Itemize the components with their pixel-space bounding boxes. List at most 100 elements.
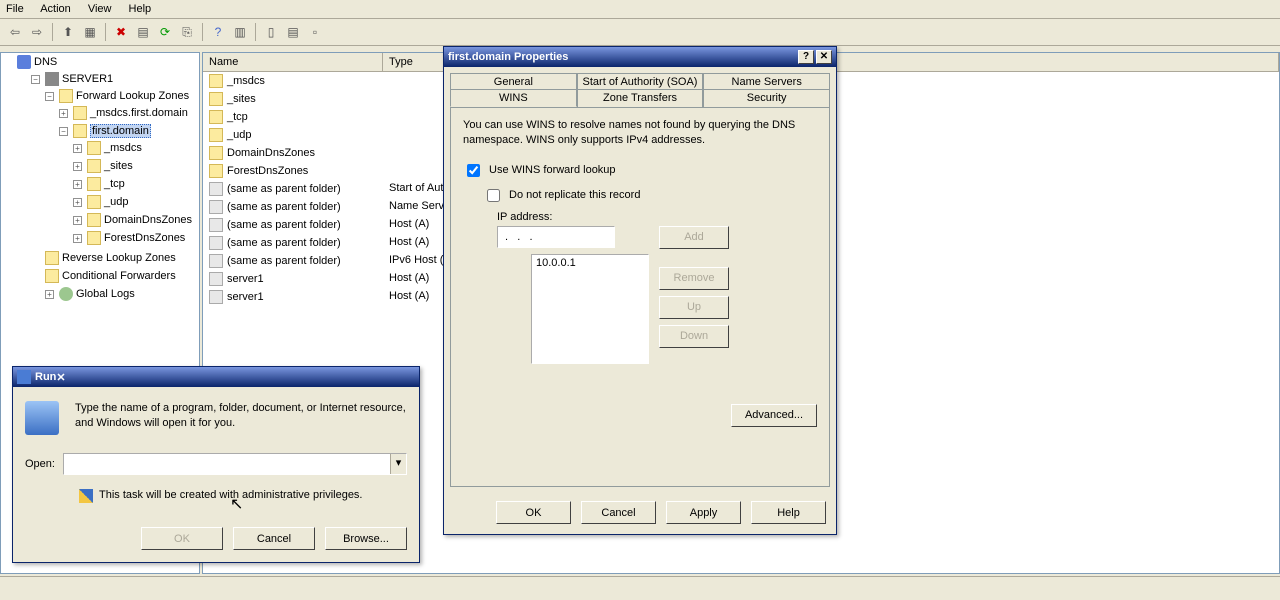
tree-root: DNS <box>34 56 57 68</box>
expand-icon[interactable]: + <box>73 144 82 153</box>
properties-icon[interactable]: ▤ <box>134 23 152 41</box>
apply-button[interactable]: Apply <box>666 501 741 524</box>
run-hint: Type the name of a program, folder, docu… <box>75 401 407 435</box>
dialog-title: first.domain Properties <box>448 51 796 63</box>
list-icon[interactable]: ▯ <box>262 23 280 41</box>
expand-icon[interactable]: + <box>59 109 68 118</box>
menu-file[interactable]: File <box>6 3 24 15</box>
wins-servers-listbox[interactable]: 10.0.0.1 <box>531 254 649 364</box>
detail-icon[interactable]: ▤ <box>284 23 302 41</box>
expand-icon[interactable]: + <box>73 198 82 207</box>
folder-icon <box>209 92 223 106</box>
admin-note: This task will be created with administr… <box>99 489 363 503</box>
cancel-button[interactable]: Cancel <box>581 501 656 524</box>
tab-soa[interactable]: Start of Authority (SOA) <box>577 73 704 90</box>
record-icon <box>209 272 223 286</box>
tree-zone-selected[interactable]: first.domain <box>90 124 151 138</box>
toolbar: ⇦ ⇨ ⬆ ▦ ✖ ▤ ⟳ ⎘ ? ▥ ▯ ▤ ▫ <box>0 19 1280 46</box>
tree-subfolder[interactable]: _sites <box>104 160 133 172</box>
folder-icon <box>73 106 87 120</box>
collapse-icon[interactable]: − <box>59 127 68 136</box>
folder-icon <box>87 177 101 191</box>
tree-subfolder[interactable]: _udp <box>104 196 128 208</box>
expand-icon[interactable]: + <box>73 162 82 171</box>
up-button[interactable]: Up <box>659 296 729 319</box>
wins-server-entry[interactable]: 10.0.0.1 <box>536 257 644 269</box>
tree-gl[interactable]: Global Logs <box>76 288 135 300</box>
ip-address-input[interactable] <box>497 226 615 248</box>
col-name[interactable]: Name <box>203 53 383 71</box>
tree-subfolder[interactable]: _msdcs <box>104 142 142 154</box>
collapse-icon[interactable]: − <box>31 75 40 84</box>
expand-icon[interactable]: + <box>73 180 82 189</box>
no-replicate-input[interactable] <box>487 189 500 202</box>
tree-subfolder[interactable]: _tcp <box>104 178 125 190</box>
tree-flz[interactable]: Forward Lookup Zones <box>76 90 189 102</box>
tree-subfolder[interactable]: ForestDnsZones <box>104 232 185 244</box>
expand-icon[interactable]: + <box>73 216 82 225</box>
record-icon <box>209 236 223 250</box>
run-dialog: Run ✕ Type the name of a program, folder… <box>12 366 420 563</box>
back-icon[interactable]: ⇦ <box>6 23 24 41</box>
run-icon <box>17 370 31 384</box>
filter-icon[interactable]: ▥ <box>231 23 249 41</box>
help-icon[interactable]: ? <box>209 23 227 41</box>
ok-button[interactable]: OK <box>496 501 571 524</box>
close-button[interactable]: ✕ <box>56 371 65 384</box>
ip-address-label: IP address: <box>497 211 817 223</box>
menu-action[interactable]: Action <box>40 3 71 15</box>
folder-icon <box>209 146 223 160</box>
help-button[interactable]: ? <box>798 50 814 64</box>
expand-icon[interactable]: + <box>45 290 54 299</box>
record-icon <box>209 218 223 232</box>
refresh-icon[interactable]: ⟳ <box>156 23 174 41</box>
tab-general[interactable]: General <box>450 73 577 90</box>
tab-security[interactable]: Security <box>703 89 830 107</box>
folder-icon <box>209 74 223 88</box>
tree-cf[interactable]: Conditional Forwarders <box>62 270 176 282</box>
advanced-button[interactable]: Advanced... <box>731 404 817 427</box>
tree-subfolder[interactable]: DomainDnsZones <box>104 214 192 226</box>
menu-view[interactable]: View <box>88 3 112 15</box>
cancel-button[interactable]: Cancel <box>233 527 315 550</box>
down-button[interactable]: Down <box>659 325 729 348</box>
open-combobox[interactable]: ▾ <box>63 453 407 475</box>
tab-zone-transfers[interactable]: Zone Transfers <box>577 89 704 107</box>
forward-icon[interactable]: ⇨ <box>28 23 46 41</box>
tab-wins[interactable]: WINS <box>450 89 577 107</box>
show-hide-icon[interactable]: ▦ <box>81 23 99 41</box>
delete-icon[interactable]: ✖ <box>112 23 130 41</box>
record-icon <box>209 290 223 304</box>
collapse-icon[interactable]: − <box>45 92 54 101</box>
menu-help[interactable]: Help <box>129 3 152 15</box>
up-icon[interactable]: ⬆ <box>59 23 77 41</box>
open-label: Open: <box>25 458 55 470</box>
dialog-titlebar[interactable]: first.domain Properties ? ✕ <box>444 47 836 67</box>
use-wins-checkbox[interactable]: Use WINS forward lookup <box>463 161 817 180</box>
ok-button[interactable]: OK <box>141 527 223 550</box>
use-wins-input[interactable] <box>467 164 480 177</box>
folder-icon <box>87 231 101 245</box>
wins-hint: You can use WINS to resolve names not fo… <box>463 118 817 149</box>
close-button[interactable]: ✕ <box>816 50 832 64</box>
remove-button[interactable]: Remove <box>659 267 729 290</box>
tree-server[interactable]: SERVER1 <box>62 73 113 85</box>
folder-icon <box>59 89 73 103</box>
dns-icon <box>17 55 31 69</box>
expand-icon[interactable]: + <box>73 234 82 243</box>
folder-icon <box>209 128 223 142</box>
server-icon <box>45 72 59 86</box>
export-icon[interactable]: ⎘ <box>178 23 196 41</box>
tab-ns[interactable]: Name Servers <box>703 73 830 90</box>
tree-zone[interactable]: _msdcs.first.domain <box>90 107 188 119</box>
run-title: Run <box>35 371 56 383</box>
folder-icon <box>209 110 223 124</box>
no-replicate-checkbox[interactable]: Do not replicate this record <box>483 186 817 205</box>
add-button[interactable]: Add <box>659 226 729 249</box>
help-button[interactable]: Help <box>751 501 826 524</box>
tree-rlz[interactable]: Reverse Lookup Zones <box>62 252 176 264</box>
large-icon[interactable]: ▫ <box>306 23 324 41</box>
dropdown-icon[interactable]: ▾ <box>390 454 406 474</box>
browse-button[interactable]: Browse... <box>325 527 407 550</box>
run-titlebar[interactable]: Run ✕ <box>13 367 419 387</box>
